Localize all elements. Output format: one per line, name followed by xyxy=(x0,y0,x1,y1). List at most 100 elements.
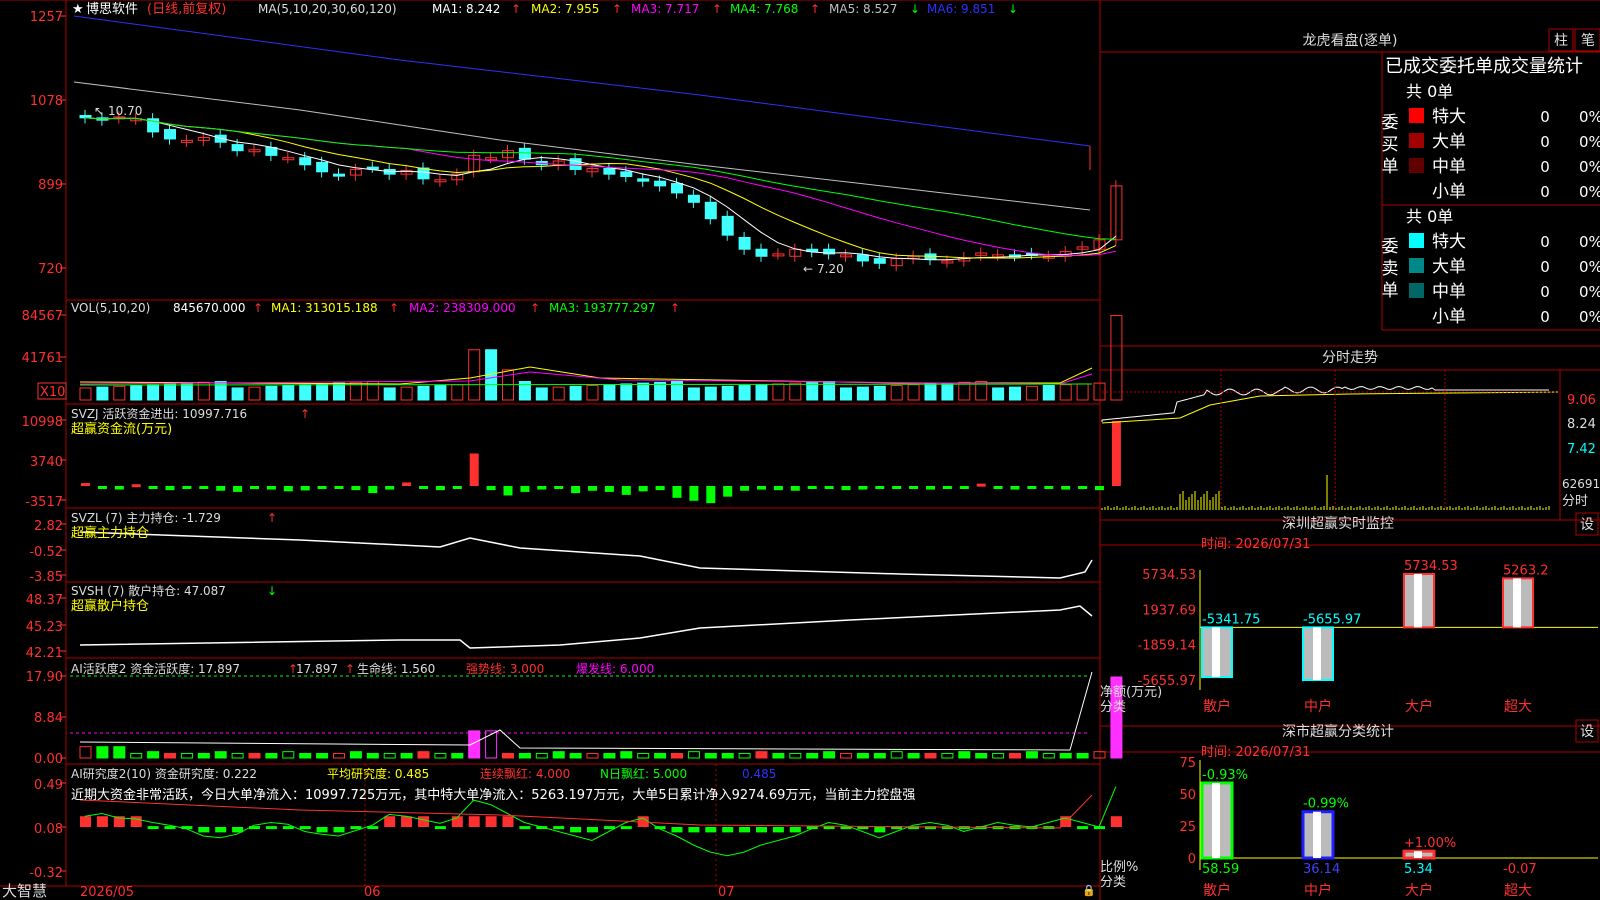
cls-category: 散户 xyxy=(1203,882,1231,899)
row-label: 特大 xyxy=(1432,232,1466,252)
fund-flow-bar xyxy=(317,486,327,489)
row-value: 0 xyxy=(1540,258,1550,276)
cls-category: 中户 xyxy=(1304,882,1332,899)
row-percent: 0% xyxy=(1579,133,1600,151)
lock-icon[interactable]: 🔒 xyxy=(1082,884,1096,897)
ma2-value: MA2: 7.955 xyxy=(531,2,599,16)
date-label: 06 xyxy=(364,885,381,900)
ai-active-title: AI活跃度2 资金活跃度: 17.897 xyxy=(71,661,240,676)
research-bar xyxy=(96,816,108,827)
research-bar xyxy=(80,816,91,827)
volume-bar xyxy=(231,387,244,401)
research-bar xyxy=(401,816,413,827)
bi-button-label[interactable]: 笔 xyxy=(1581,33,1595,49)
vol-ma-line xyxy=(79,366,1093,385)
volume-bar xyxy=(1110,315,1123,401)
activity-bar xyxy=(180,752,193,759)
ai-research-tick: -0.32 xyxy=(29,866,63,881)
ma6-arrow: ↓ xyxy=(1008,2,1018,16)
svzl-tick: -0.52 xyxy=(29,545,63,560)
sz-bar-label: -5341.75 xyxy=(1202,612,1260,627)
candle xyxy=(856,254,869,262)
volume-bar xyxy=(1042,385,1055,401)
cls-bar-value: 58.59 xyxy=(1202,862,1239,877)
research-bar xyxy=(553,826,565,830)
cls-bar-value: -0.07 xyxy=(1503,862,1537,877)
vol-ma3: MA3: 193777.297 xyxy=(549,301,656,315)
row-value: 0 xyxy=(1540,133,1550,151)
research-bar xyxy=(671,827,683,833)
ma3-value: MA3: 7.717 xyxy=(631,2,699,16)
svzj-tick: 3740 xyxy=(30,455,63,470)
vol-ma1-arrow: ↑ xyxy=(389,301,399,315)
activity-bar xyxy=(586,752,599,759)
activity-bar xyxy=(671,752,683,759)
vol-tick: 84567 xyxy=(22,309,63,324)
fund-flow-bar xyxy=(334,486,344,489)
svzj-tick: 10998 xyxy=(22,415,63,430)
high-arrow-icon: ↖ xyxy=(94,104,104,118)
legend-swatch xyxy=(1409,283,1424,298)
volume-bar xyxy=(265,385,278,401)
brand-logo[interactable]: 大智慧 xyxy=(2,882,47,900)
research-bar xyxy=(1110,816,1122,827)
star-icon[interactable]: ★ xyxy=(72,2,84,17)
zhu-button-label[interactable]: 柱 xyxy=(1554,33,1568,49)
volume-bar xyxy=(603,384,616,401)
stock-terminal: ★ 博思软件 (日线,前复权) MA(5,10,20,30,60,120) MA… xyxy=(0,0,1600,900)
research-bar xyxy=(874,827,886,833)
cls-settings-label[interactable]: 设 xyxy=(1580,724,1594,740)
fund-flow-bar xyxy=(1095,486,1104,491)
volume-bar xyxy=(907,384,920,401)
candle xyxy=(620,171,633,177)
fund-flow-bar xyxy=(554,486,564,489)
intraday-chart[interactable] xyxy=(1101,370,1559,510)
sz-settings-label[interactable]: 设 xyxy=(1580,517,1594,533)
activity-bar xyxy=(79,746,92,759)
activity-bar xyxy=(1042,752,1055,759)
research-bar xyxy=(485,816,497,827)
activity-bar xyxy=(704,752,717,759)
main-charts[interactable] xyxy=(70,15,1123,857)
svzj-title: SVZJ 活跃资金进出: 10997.716 xyxy=(71,406,247,421)
activity-bar xyxy=(248,752,261,759)
fund-flow-bar xyxy=(773,486,783,491)
fund-flow-bar xyxy=(1010,486,1020,490)
activity-bar xyxy=(400,752,413,759)
volume-bar xyxy=(958,381,971,401)
activity-bar xyxy=(569,752,582,759)
cls-time: 时间: 2026/07/31 xyxy=(1201,745,1310,760)
period-label[interactable]: (日线,前复权) xyxy=(147,1,226,17)
volume-bar xyxy=(535,387,548,401)
activity-bar xyxy=(1076,752,1089,759)
svzj-arrow: ↑ xyxy=(300,407,310,421)
fund-flow-bar xyxy=(537,486,547,490)
research-bar xyxy=(756,827,767,833)
row-percent: 0% xyxy=(1579,183,1600,201)
volume-bar xyxy=(383,387,396,401)
price-tick: 1078 xyxy=(30,94,63,109)
volume-bar xyxy=(806,381,819,401)
activity-bar xyxy=(383,752,396,759)
research-bar xyxy=(570,827,582,833)
activity-bar xyxy=(417,751,430,759)
activity-bar xyxy=(333,752,345,759)
low-arrow-icon: ← xyxy=(803,262,813,276)
sz-bar-label: -5655.97 xyxy=(1303,612,1361,627)
volume-bar xyxy=(1076,383,1089,401)
ma5-value: MA5: 8.527 xyxy=(829,2,897,16)
row-value: 0 xyxy=(1540,108,1550,126)
ma-line xyxy=(84,117,1116,257)
row-label: 中单 xyxy=(1432,157,1466,177)
activity-bar xyxy=(214,751,227,759)
volume-bar xyxy=(890,385,903,401)
candle xyxy=(316,161,329,173)
fund-flow-bar xyxy=(385,486,395,490)
date-label: 07 xyxy=(718,885,735,900)
intraday-title: 分时走势 xyxy=(1322,350,1378,366)
volume-bar xyxy=(840,387,852,401)
fund-flow-bar xyxy=(892,486,902,489)
fund-flow-bar xyxy=(351,486,361,491)
panel-frame xyxy=(0,0,1600,900)
candle xyxy=(417,167,430,180)
